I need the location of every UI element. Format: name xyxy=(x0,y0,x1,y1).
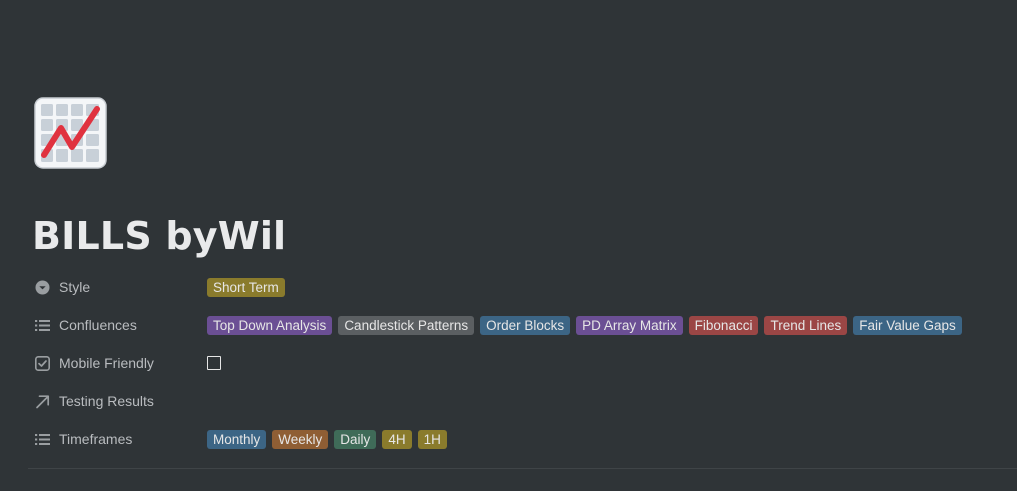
property-label: Timeframes xyxy=(59,431,133,447)
tag[interactable]: Weekly xyxy=(272,429,329,449)
property-row-mobile-friendly: Mobile Friendly xyxy=(28,344,1017,382)
property-label: Style xyxy=(59,279,91,295)
property-row-confluences: Confluences Top Down Analysis Candlestic… xyxy=(28,306,1017,344)
properties-list: Style Short Term Confluences Top Down An… xyxy=(28,268,1017,458)
tag[interactable]: Top Down Analysis xyxy=(207,315,333,335)
property-name-testing-results[interactable]: Testing Results xyxy=(28,384,207,418)
tag[interactable]: Monthly xyxy=(207,429,267,449)
property-row-testing-results: Testing Results xyxy=(28,382,1017,420)
property-row-style: Style Short Term xyxy=(28,268,1017,306)
property-label: Mobile Friendly xyxy=(59,355,154,371)
tag[interactable]: Fibonacci xyxy=(688,315,759,335)
tag[interactable]: Short Term xyxy=(207,277,285,297)
tag[interactable]: PD Array Matrix xyxy=(576,315,683,335)
property-value-style[interactable]: Short Term xyxy=(207,277,285,297)
arrow-up-right-icon xyxy=(34,393,50,409)
property-value-timeframes[interactable]: Monthly Weekly Daily 4H 1H xyxy=(207,429,447,449)
property-name-style[interactable]: Style xyxy=(28,270,207,304)
property-value-mobile-friendly xyxy=(207,356,221,370)
divider xyxy=(28,468,1017,469)
multi-select-icon xyxy=(34,431,50,447)
mobile-friendly-checkbox[interactable] xyxy=(207,356,221,370)
tag[interactable]: Trend Lines xyxy=(764,315,848,335)
tag[interactable]: 1H xyxy=(417,429,447,449)
select-icon xyxy=(34,279,50,295)
property-value-testing-results[interactable] xyxy=(207,386,807,416)
property-label: Testing Results xyxy=(59,393,154,409)
property-name-timeframes[interactable]: Timeframes xyxy=(28,422,207,456)
chart-increasing-icon[interactable] xyxy=(34,97,107,169)
property-name-confluences[interactable]: Confluences xyxy=(28,308,207,342)
tag[interactable]: Candlestick Patterns xyxy=(338,315,475,335)
property-label: Confluences xyxy=(59,317,137,333)
multi-select-icon xyxy=(34,317,50,333)
property-name-mobile-friendly[interactable]: Mobile Friendly xyxy=(28,346,207,380)
page-title[interactable]: BILLS byWil xyxy=(32,212,286,260)
tag[interactable]: Daily xyxy=(334,429,377,449)
tag[interactable]: 4H xyxy=(382,429,412,449)
property-row-timeframes: Timeframes Monthly Weekly Daily 4H 1H xyxy=(28,420,1017,458)
property-value-confluences[interactable]: Top Down Analysis Candlestick Patterns O… xyxy=(207,315,962,335)
tag[interactable]: Fair Value Gaps xyxy=(853,315,962,335)
tag[interactable]: Order Blocks xyxy=(480,315,571,335)
checkbox-icon xyxy=(34,355,50,371)
